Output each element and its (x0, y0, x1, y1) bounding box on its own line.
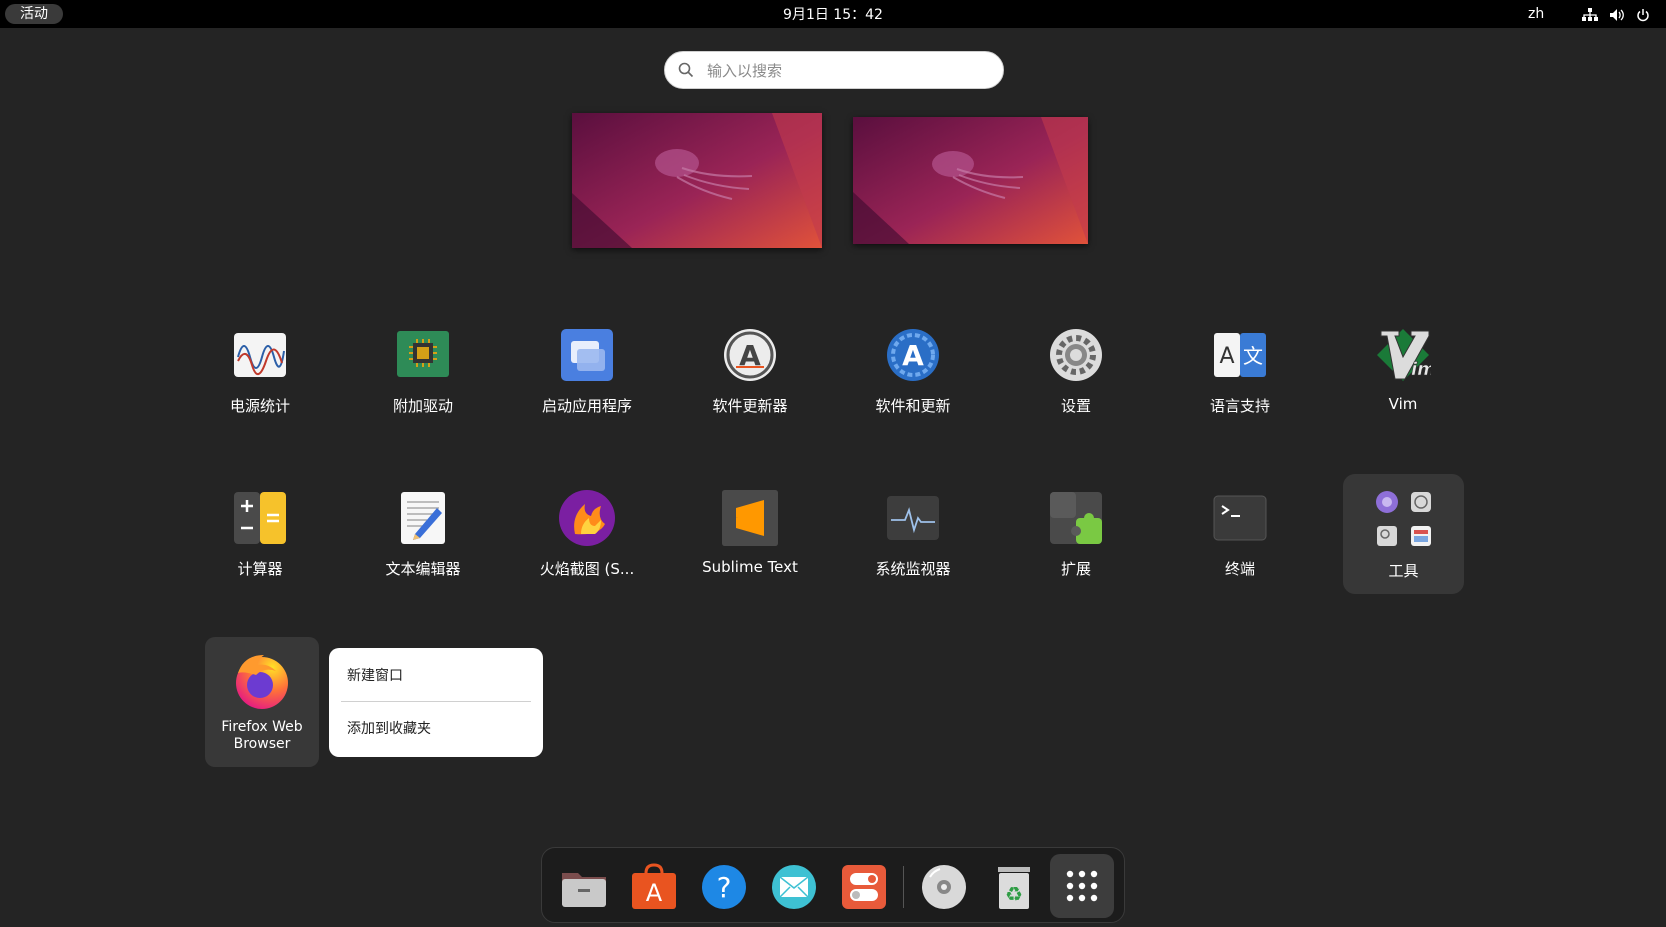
app-label: 系统监视器 (875, 560, 951, 578)
workspace-thumbnail-2[interactable] (853, 117, 1088, 244)
power-icon[interactable] (1636, 7, 1650, 26)
disc-icon[interactable] (920, 863, 968, 911)
files-icon[interactable] (560, 863, 608, 911)
app-label: 火焰截图 (S... (539, 560, 635, 578)
app-firefox[interactable]: Firefox Web Browser (205, 637, 319, 767)
menu-item-add-to-favorites[interactable]: 添加到收藏夹 (329, 709, 543, 749)
calculator-icon (232, 490, 288, 546)
startup-applications-icon (559, 327, 615, 383)
search-input[interactable] (705, 52, 989, 90)
settings-toggle-icon[interactable] (840, 863, 888, 911)
app-label: 语言支持 (1209, 397, 1270, 415)
dock: A ? ♻ (541, 847, 1125, 923)
text-editor-icon (395, 490, 451, 546)
svg-text:♻: ♻ (1005, 882, 1023, 906)
svg-text:A: A (902, 339, 924, 372)
svg-text:?: ? (717, 871, 732, 904)
svg-text:文: 文 (1243, 344, 1263, 368)
app-label: 软件更新器 (712, 397, 788, 415)
app-label: 文本编辑器 (385, 560, 461, 578)
volume-icon[interactable] (1609, 7, 1625, 26)
help-icon[interactable]: ? (700, 863, 748, 911)
language-indicator[interactable]: zh (1528, 0, 1544, 28)
language-support-icon: A文 (1212, 327, 1268, 383)
system-monitor-icon (885, 490, 941, 546)
search-icon (678, 62, 694, 82)
app-label: 软件和更新 (875, 397, 951, 415)
mail-icon[interactable] (770, 863, 818, 911)
folder-tools[interactable]: 工具 (1343, 474, 1464, 594)
app-label: 附加驱动 (392, 397, 453, 415)
app-label: 设置 (1060, 397, 1091, 415)
app-label: Sublime Text (702, 558, 798, 576)
app-label: 计算器 (237, 560, 283, 578)
sublime-text-icon (722, 490, 778, 546)
software-updater-icon: A (722, 327, 778, 383)
menu-item-new-window[interactable]: 新建窗口 (329, 656, 543, 696)
show-apps-icon (1066, 870, 1098, 902)
dock-separator (903, 866, 904, 908)
svg-text:im: im (1411, 359, 1431, 380)
clock[interactable]: 9月1日 15：42 (0, 0, 1666, 28)
context-menu: 新建窗口 添加到收藏夹 (329, 648, 543, 757)
flameshot-icon (559, 490, 615, 546)
additional-drivers-icon (395, 327, 451, 383)
search-bar[interactable] (664, 51, 1004, 90)
power-statistics-icon (232, 327, 288, 383)
folder-preview (1375, 490, 1433, 548)
svg-text:A: A (646, 879, 663, 907)
show-apps-button[interactable] (1050, 854, 1114, 918)
settings-gear-icon (1048, 327, 1104, 383)
app-label: Vim (1388, 395, 1418, 413)
extensions-icon (1048, 490, 1104, 546)
terminal-icon (1212, 490, 1268, 546)
folder-label: 工具 (1388, 562, 1419, 580)
vim-icon: im (1375, 327, 1436, 383)
firefox-icon (232, 651, 292, 711)
trash-icon[interactable]: ♻ (990, 863, 1038, 911)
app-center-icon[interactable]: A (630, 863, 678, 911)
svg-text:A: A (1219, 344, 1234, 369)
top-bar: 活动 9月1日 15：42 zh (0, 0, 1666, 28)
menu-separator (341, 701, 531, 702)
app-label: 电源统计 (229, 397, 290, 415)
app-label: 扩展 (1060, 560, 1091, 578)
network-icon[interactable] (1582, 7, 1598, 26)
app-label: 启动应用程序 (541, 397, 632, 415)
workspace-thumbnail-1[interactable] (572, 113, 822, 248)
app-label: 终端 (1224, 560, 1255, 578)
app-label: Firefox Web Browser (221, 719, 303, 752)
software-updates-icon: A (885, 327, 941, 383)
